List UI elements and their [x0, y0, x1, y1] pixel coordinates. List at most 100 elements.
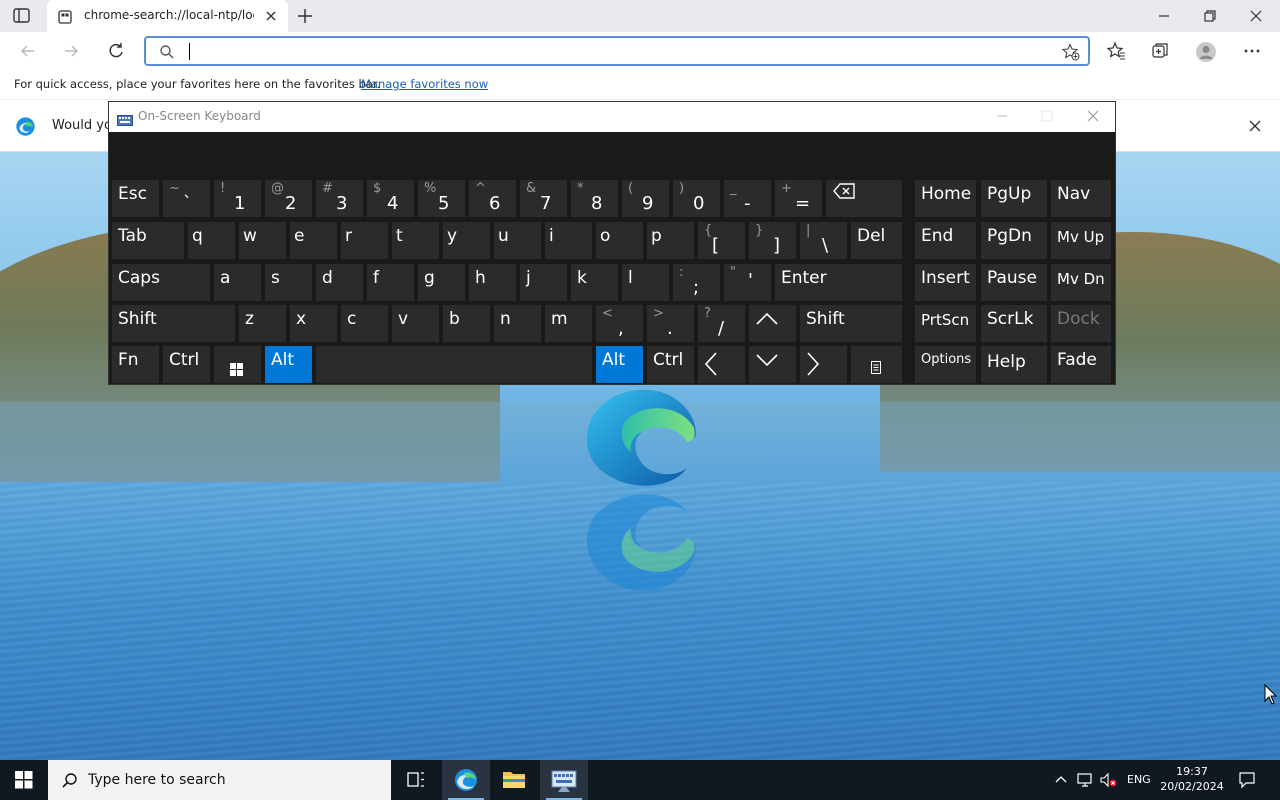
key-mv-dn[interactable]: Mv Dn	[1051, 264, 1111, 301]
close-infobar-icon[interactable]	[1247, 118, 1263, 134]
key-nav[interactable]: Nav	[1051, 180, 1111, 217]
profile-avatar-icon[interactable]	[1195, 41, 1216, 62]
key-7[interactable]: & 7	[520, 180, 567, 217]
browser-tab[interactable]: chrome-search://local-ntp/local-ntp.html	[47, 0, 288, 32]
key-ctrl-left[interactable]: Ctrl	[163, 346, 210, 383]
key-minus[interactable]: _ -	[724, 180, 771, 217]
key-arrow-right[interactable]	[800, 346, 847, 383]
key-4[interactable]: $4	[367, 180, 414, 217]
back-icon[interactable]	[18, 41, 38, 61]
key-i[interactable]: i	[545, 222, 592, 259]
key-n[interactable]: n	[494, 305, 541, 342]
network-icon[interactable]	[1077, 772, 1093, 788]
key-comma[interactable]: <,	[596, 305, 643, 342]
key-0[interactable]: ) 0	[673, 180, 720, 217]
key-e[interactable]: e	[290, 222, 337, 259]
key-h[interactable]: h	[469, 264, 516, 301]
key-r[interactable]: r	[341, 222, 388, 259]
osk-close-icon[interactable]	[1085, 108, 1101, 124]
key-close-bracket[interactable]: }]	[749, 222, 796, 259]
osk-minimize-icon[interactable]	[994, 108, 1010, 124]
key-pgup[interactable]: PgUp	[981, 180, 1047, 217]
key-9[interactable]: (9	[622, 180, 669, 217]
key-backslash[interactable]: | \	[800, 222, 847, 259]
key-arrow-left[interactable]	[698, 346, 745, 383]
key-equals[interactable]: + =	[775, 180, 822, 217]
show-hidden-icons-chevron-icon[interactable]	[1053, 772, 1069, 788]
forward-icon[interactable]	[61, 41, 81, 61]
new-tab-icon[interactable]	[296, 7, 314, 25]
key-quote[interactable]: " '	[724, 264, 771, 301]
task-view-icon[interactable]	[392, 760, 440, 800]
refresh-icon[interactable]	[106, 41, 126, 61]
taskbar-search-box[interactable]: Type here to search	[48, 760, 391, 800]
osk-title-bar[interactable]: On-Screen Keyboard	[109, 102, 1115, 132]
key-backspace[interactable]	[826, 180, 902, 217]
key-scrlk[interactable]: ScrLk	[981, 305, 1047, 342]
key-m[interactable]: m	[545, 305, 592, 342]
key-8[interactable]: * 8	[571, 180, 618, 217]
key-l[interactable]: l	[622, 264, 669, 301]
key-z[interactable]: z	[239, 305, 286, 342]
key-end[interactable]: End	[915, 222, 976, 259]
key-ctrl-right[interactable]: Ctrl	[647, 346, 694, 383]
key-t[interactable]: t	[392, 222, 439, 259]
language-indicator[interactable]: ENG	[1127, 773, 1151, 786]
collections-icon[interactable]	[1150, 41, 1170, 61]
key-shift-left[interactable]: Shift	[112, 305, 235, 342]
key-shift-right[interactable]: Shift	[800, 305, 902, 342]
key-caps[interactable]: Caps	[112, 264, 210, 301]
key-w[interactable]: w	[239, 222, 286, 259]
key-pgdn[interactable]: PgDn	[981, 222, 1047, 259]
key-options[interactable]: Options	[915, 346, 976, 383]
key-s[interactable]: s	[265, 264, 312, 301]
key-5[interactable]: % 5	[418, 180, 465, 217]
restore-icon[interactable]	[1200, 6, 1220, 26]
key-help[interactable]: Help	[981, 346, 1047, 383]
key-a[interactable]: a	[214, 264, 261, 301]
key-f[interactable]: f	[367, 264, 414, 301]
address-input[interactable]	[188, 41, 1048, 61]
key-6[interactable]: ^ 6	[469, 180, 516, 217]
close-tab-icon[interactable]	[264, 8, 278, 22]
tab-actions-icon[interactable]	[12, 7, 32, 25]
key-backtick[interactable]: ~ `	[163, 180, 210, 217]
key-g[interactable]: g	[418, 264, 465, 301]
key-open-bracket[interactable]: {[	[698, 222, 745, 259]
key-b[interactable]: b	[443, 305, 490, 342]
key-arrow-up[interactable]	[749, 305, 796, 342]
key-o[interactable]: o	[596, 222, 643, 259]
key-tab[interactable]: Tab	[112, 222, 184, 259]
key-insert[interactable]: Insert	[915, 264, 976, 301]
key-d[interactable]: d	[316, 264, 363, 301]
close-window-icon[interactable]	[1246, 6, 1266, 26]
more-menu-icon[interactable]	[1242, 41, 1262, 61]
key-windows[interactable]	[214, 346, 261, 383]
clock[interactable]: 19:37 20/02/2024	[1160, 764, 1224, 794]
key-q[interactable]: q	[188, 222, 235, 259]
add-favorite-icon[interactable]	[1061, 43, 1080, 61]
key-period[interactable]: >.	[647, 305, 694, 342]
key-pause[interactable]: Pause	[981, 264, 1047, 301]
address-bar[interactable]	[144, 36, 1090, 66]
key-3[interactable]: #3	[316, 180, 363, 217]
key-p[interactable]: p	[647, 222, 694, 259]
windows-start-icon[interactable]	[15, 771, 33, 789]
osk-taskbar-icon[interactable]	[540, 760, 588, 800]
key-del[interactable]: Del	[851, 222, 902, 259]
key-fn[interactable]: Fn	[112, 346, 159, 383]
key-alt-left[interactable]: Alt	[265, 346, 312, 383]
key-semicolon[interactable]: :;	[673, 264, 720, 301]
key-x[interactable]: x	[290, 305, 337, 342]
key-enter[interactable]: Enter	[775, 264, 902, 301]
notifications-icon[interactable]	[1238, 771, 1256, 789]
key-prtscn[interactable]: PrtScn	[915, 305, 976, 342]
manage-favorites-link[interactable]: Manage favorites now	[361, 77, 488, 91]
key-1[interactable]: ! 1	[214, 180, 261, 217]
favorites-icon[interactable]	[1106, 41, 1126, 61]
key-menu[interactable]	[851, 346, 902, 383]
key-esc[interactable]: Esc	[112, 180, 159, 217]
key-arrow-down[interactable]	[749, 346, 796, 383]
key-fade[interactable]: Fade	[1051, 346, 1111, 383]
key-space[interactable]	[316, 346, 592, 383]
